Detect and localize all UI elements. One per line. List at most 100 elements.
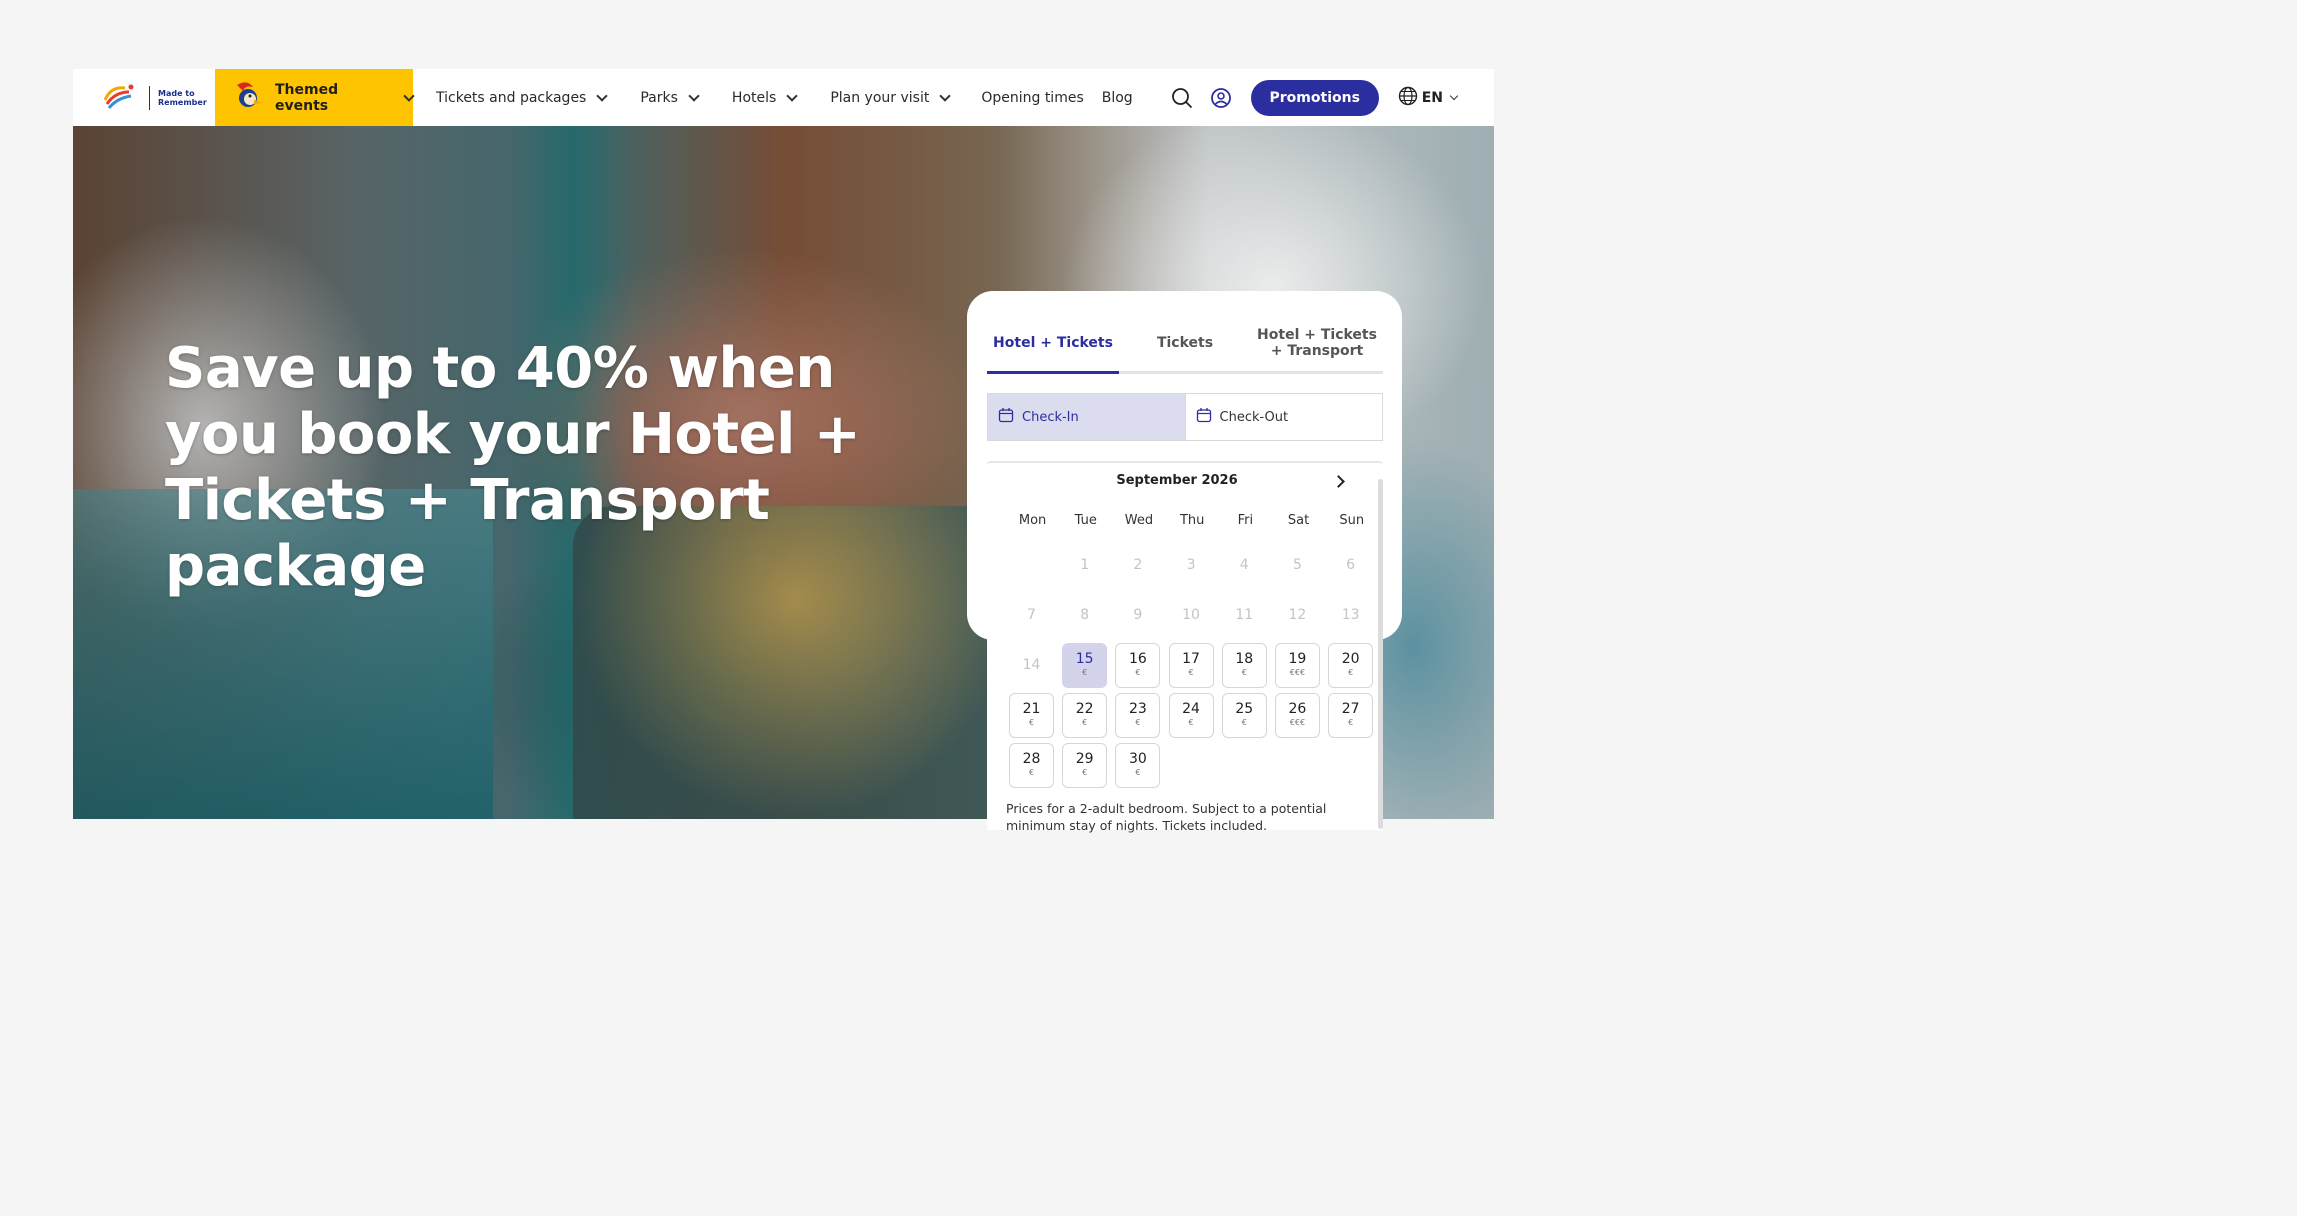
day-number: 16 <box>1128 651 1147 668</box>
day-price-level: € <box>1082 718 1088 728</box>
day-price-level: € <box>1188 718 1194 728</box>
day-number: 23 <box>1128 701 1147 718</box>
menu-label: Plan your visit <box>830 89 930 106</box>
calendar-day[interactable]: 25 € <box>1221 693 1267 738</box>
date-picker-calendar: September 2026 Mon Tue Wed Thu Fri Sat S… <box>987 461 1383 833</box>
calendar-day[interactable]: 16 € <box>1115 643 1161 688</box>
menu-label: Hotels <box>731 89 777 106</box>
calendar-price-note: Prices for a 2-adult bedroom. Subject to… <box>1006 801 1327 833</box>
calendar-day[interactable]: 15 € <box>1062 643 1108 688</box>
calendar-day: 5 <box>1275 543 1320 588</box>
calendar-day: 4 <box>1222 543 1267 588</box>
menu-item-hotels[interactable]: Hotels <box>723 90 805 106</box>
calendar-day[interactable]: 28 € <box>1009 743 1054 788</box>
chevron-down-icon <box>786 89 798 102</box>
user-account-icon[interactable] <box>1202 69 1241 126</box>
day-number: 18 <box>1235 651 1254 668</box>
day-price-level: € <box>1348 668 1354 678</box>
menu-item-parks[interactable]: Parks <box>631 90 707 106</box>
menu-item-opening-times[interactable]: Opening times <box>972 90 1092 106</box>
calendar-scrollbar[interactable] <box>1378 479 1383 829</box>
nav-actions: Promotions EN <box>1163 69 1494 126</box>
calendar-day: 1 <box>1062 543 1107 588</box>
day-number: 5 <box>1292 557 1302 574</box>
chevron-down-icon <box>403 89 415 102</box>
calendar-day[interactable]: 24 € <box>1168 693 1214 738</box>
day-price-level: € <box>1082 768 1088 778</box>
calendar-day[interactable]: 27 € <box>1328 693 1374 738</box>
calendar-day: 7 <box>1009 593 1054 638</box>
day-price-level: €€€ <box>1289 718 1306 728</box>
day-price-level: € <box>1028 768 1035 778</box>
day-price-level: €€€ <box>1289 668 1306 678</box>
day-price-level: € <box>1082 668 1088 678</box>
calendar-day: 11 <box>1222 593 1267 638</box>
weekday-label: Mon <box>1018 513 1047 528</box>
weekday-label: Wed <box>1124 513 1154 528</box>
calendar-day[interactable]: 17 € <box>1168 643 1214 688</box>
calendar-day[interactable]: 19 €€€ <box>1274 643 1320 688</box>
tab-hotel-tickets[interactable]: Hotel + Tickets <box>987 327 1119 374</box>
calendar-day[interactable]: 18 € <box>1221 643 1267 688</box>
tab-hotel-tickets-transport[interactable]: Hotel + Tickets + Transport <box>1251 327 1383 371</box>
search-icon[interactable] <box>1163 69 1202 126</box>
calendar-day[interactable]: 26 €€€ <box>1274 693 1320 738</box>
day-number: 7 <box>1027 607 1036 624</box>
day-number: 8 <box>1080 607 1090 624</box>
logo-divider <box>149 85 150 110</box>
menu-item-blog[interactable]: Blog <box>1093 90 1142 106</box>
day-number: 15 <box>1075 651 1094 668</box>
logo-tagline: Made to Remember <box>158 88 207 107</box>
weekday-label: Fri <box>1237 513 1254 528</box>
day-number: 3 <box>1186 557 1196 574</box>
main-menu: Tickets and packages Parks Hotels Plan y… <box>427 90 1142 106</box>
day-number: 14 <box>1022 657 1041 674</box>
calendar-day: 14 <box>1009 643 1054 688</box>
weekday-label: Tue <box>1074 513 1097 528</box>
day-price-level: € <box>1135 718 1141 728</box>
check-in-label: Check-In <box>1022 409 1079 425</box>
hero-title: Save up to 40% when you book your Hotel … <box>165 336 861 599</box>
menu-label: Opening times <box>981 89 1084 106</box>
calendar-day[interactable]: 20 € <box>1328 643 1374 688</box>
day-price-level: € <box>1241 668 1247 678</box>
day-price-level: € <box>1241 718 1247 728</box>
day-number: 22 <box>1075 701 1094 718</box>
day-number: 17 <box>1182 651 1200 668</box>
day-number: 11 <box>1235 607 1254 624</box>
day-price-level: € <box>1135 668 1141 678</box>
day-number: 26 <box>1288 701 1307 718</box>
tab-tickets[interactable]: Tickets <box>1119 327 1251 371</box>
menu-label: Tickets and packages <box>436 89 587 106</box>
language-selector[interactable]: EN <box>1398 86 1459 110</box>
portaventura-swirl-icon <box>101 80 141 116</box>
themed-events-label: Themed events <box>275 81 339 114</box>
check-out-field[interactable]: Check-Out <box>1184 394 1382 440</box>
calendar-day[interactable]: 30 € <box>1115 743 1161 788</box>
day-number: 27 <box>1341 701 1360 718</box>
day-price-level: € <box>1028 718 1035 728</box>
themed-events-menu[interactable]: Themed events <box>215 69 415 126</box>
booking-tabs: Hotel + Tickets Tickets Hotel + Tickets … <box>987 327 1383 374</box>
calendar-day: 3 <box>1169 543 1214 588</box>
weekday-label: Sat <box>1287 513 1310 528</box>
weekday-label: Sun <box>1339 513 1365 528</box>
portaventura-logo[interactable]: Made to Remember <box>73 69 215 126</box>
check-in-field[interactable]: Check-In <box>988 394 1185 440</box>
day-number: 10 <box>1182 607 1200 624</box>
menu-item-plan-your-visit[interactable]: Plan your visit <box>821 90 958 106</box>
date-range-selector: Check-In Check-Out <box>987 393 1383 441</box>
chevron-down-icon <box>596 89 609 102</box>
calendar-days-grid: 1 2 3 4 5 6 7 8 9 10 11 12 13 14 15 €16 €17 €18 €19 €€€ 20 €2… <box>1009 543 1374 788</box>
day-price-level: € <box>1188 668 1194 678</box>
calendar-day[interactable]: 21 € <box>1009 693 1054 738</box>
menu-item-tickets-and-packages[interactable]: Tickets and packages <box>427 90 615 106</box>
day-number: 30 <box>1128 751 1147 768</box>
calendar-day[interactable]: 23 € <box>1115 693 1161 738</box>
day-number: 1 <box>1080 557 1090 574</box>
promotions-button[interactable]: Promotions <box>1250 79 1379 116</box>
woody-woodpecker-icon <box>231 79 265 117</box>
calendar-day: 8 <box>1062 593 1107 638</box>
calendar-day[interactable]: 29 € <box>1062 743 1108 788</box>
calendar-day[interactable]: 22 € <box>1062 693 1108 738</box>
